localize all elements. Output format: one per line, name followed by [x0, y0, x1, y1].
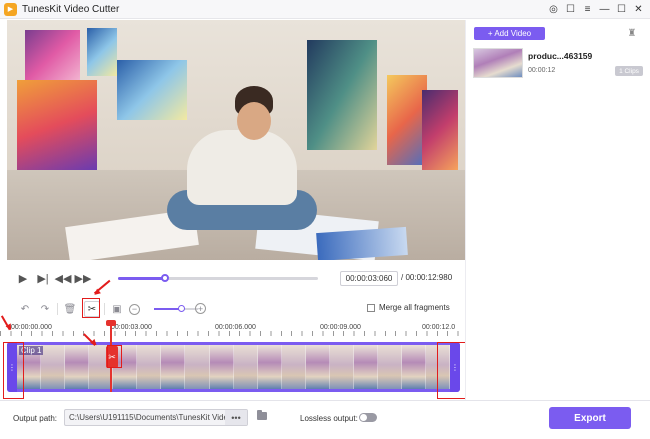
- tick-label: 00:00:00.000: [11, 324, 52, 331]
- window-controls: ◎ ☐ ≡ — ☐ ✕: [546, 2, 646, 17]
- redo-icon[interactable]: ↷: [37, 301, 53, 317]
- timeline-thumbnail: [209, 345, 234, 389]
- timeline-thumbnail: [377, 345, 402, 389]
- painting: [17, 80, 97, 170]
- timeline-thumbnail: [161, 345, 186, 389]
- output-path-label: Output path:: [13, 414, 58, 423]
- previous-icon[interactable]: ◀◀: [53, 268, 73, 288]
- timeline-thumbnail: [137, 345, 162, 389]
- tick-label: 00:00:09.000: [320, 324, 361, 331]
- edit-toolbar: ↶ ↷ 🗑 ✂ ▣ − + Merge all fragments: [7, 299, 465, 319]
- media-duration: 00:00:12: [528, 67, 556, 74]
- footer-bar: Output path: C:\Users\U191115\Documents\…: [0, 400, 650, 439]
- close-icon[interactable]: ✕: [631, 2, 646, 17]
- tick-marks: [0, 331, 465, 336]
- delete-icon[interactable]: 🗑: [62, 301, 78, 317]
- timeline-thumbnail: [353, 345, 378, 389]
- painting: [387, 75, 427, 165]
- media-name: produc...463159: [528, 51, 593, 61]
- app-title: TunesKit Video Cutter: [22, 3, 120, 15]
- lossless-toggle[interactable]: [359, 413, 377, 422]
- zoom-out-icon[interactable]: −: [129, 303, 140, 315]
- painting: [422, 90, 458, 170]
- media-sidebar: + Add Video ♜ produc...463159 00:00:12 1…: [465, 20, 650, 400]
- person: [237, 102, 271, 140]
- next-frame-icon[interactable]: ▶|: [33, 268, 53, 288]
- timeline-clip[interactable]: ⋮ ⋮ Clip 1: [7, 342, 460, 392]
- media-item[interactable]: produc...463159 00:00:12 1 Clips: [473, 48, 643, 80]
- person: [187, 130, 297, 205]
- merge-checkbox[interactable]: [367, 303, 375, 312]
- undo-icon[interactable]: ↶: [17, 301, 33, 317]
- timeline-thumbnail: [233, 345, 258, 389]
- account-icon[interactable]: ◎: [546, 2, 561, 17]
- annotation-box: [437, 342, 468, 399]
- clean-icon[interactable]: ♜: [626, 27, 638, 39]
- next-icon[interactable]: ▶▶: [73, 268, 93, 288]
- export-button[interactable]: Export: [549, 407, 631, 429]
- seek-slider[interactable]: [118, 274, 318, 282]
- playback-bar: ▶ ▶| ◀◀ ▶▶ 00:00:03:060 / 00:00:12:980: [7, 267, 465, 289]
- timeline-thumbnail: [329, 345, 354, 389]
- timeline-thumbnail: [65, 345, 90, 389]
- clips-badge: 1 Clips: [615, 66, 643, 76]
- output-path-value: C:\Users\U191115\Documents\TunesKit Vide: [69, 413, 228, 422]
- title-bar: ▶ TunesKit Video Cutter ◎ ☐ ≡ — ☐ ✕: [0, 0, 650, 19]
- divider: [57, 303, 58, 315]
- timeline-thumbnail: [281, 345, 306, 389]
- thumbnail-strip: [17, 345, 451, 389]
- app-logo-icon: ▶: [4, 2, 17, 16]
- zoom-slider[interactable]: [154, 305, 198, 312]
- painting: [307, 40, 377, 150]
- painting: [87, 28, 117, 76]
- fit-timeline-icon[interactable]: ▣: [109, 301, 125, 317]
- annotation-box: [82, 298, 100, 318]
- maximize-icon[interactable]: ☐: [614, 2, 629, 17]
- add-video-button[interactable]: + Add Video: [474, 27, 545, 40]
- folder-icon[interactable]: [257, 410, 267, 420]
- painting: [25, 30, 80, 80]
- zoom-in-icon[interactable]: +: [195, 303, 206, 314]
- painting: [117, 60, 187, 120]
- paper: [316, 226, 408, 260]
- current-time-field[interactable]: 00:00:03:060: [340, 271, 398, 286]
- feedback-icon[interactable]: ☐: [563, 2, 578, 17]
- time-ruler[interactable]: 00:00:00.000 00:00:03.000 00:00:06.000 0…: [0, 322, 465, 336]
- seek-knob[interactable]: [161, 274, 169, 282]
- seek-progress: [118, 277, 165, 280]
- tick-label: 00:00:12.0: [422, 324, 456, 331]
- tick-label: 00:00:03.000: [111, 324, 152, 331]
- media-thumbnail: [473, 48, 523, 78]
- timeline-thumbnail: [185, 345, 210, 389]
- timeline-thumbnail: [402, 345, 427, 389]
- timeline-thumbnail: [41, 345, 66, 389]
- tick-label: 00:00:06.000: [215, 324, 256, 331]
- minimize-icon[interactable]: —: [597, 2, 612, 17]
- output-path-field[interactable]: C:\Users\U191115\Documents\TunesKit Vide…: [64, 409, 248, 426]
- browse-button[interactable]: •••: [225, 410, 247, 425]
- timeline-thumbnail: [305, 345, 330, 389]
- merge-label: Merge all fragments: [379, 303, 450, 312]
- zoom-knob[interactable]: [178, 305, 186, 312]
- video-preview[interactable]: [7, 20, 465, 260]
- divider: [104, 303, 105, 315]
- lossless-label: Lossless output:: [300, 414, 358, 423]
- menu-icon[interactable]: ≡: [580, 2, 595, 17]
- annotation-box: [3, 342, 24, 399]
- merge-fragments[interactable]: Merge all fragments: [367, 303, 450, 312]
- timeline-thumbnail: [257, 345, 282, 389]
- total-time: / 00:00:12:980: [401, 273, 453, 282]
- annotation-box: [107, 345, 122, 368]
- play-icon[interactable]: ▶: [13, 268, 33, 288]
